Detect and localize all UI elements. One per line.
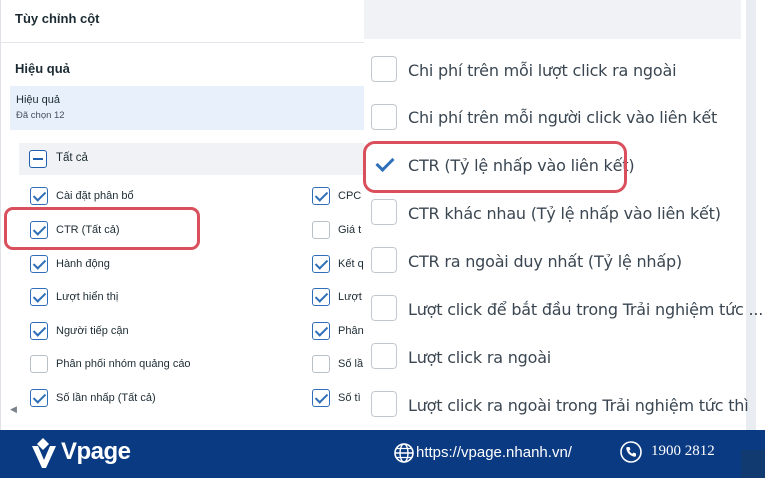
option-checkbox[interactable]	[371, 199, 397, 225]
option-label: CTR khác nhau (Tỷ lệ nhấp vào liên kết)	[408, 204, 721, 223]
footer-corner-accent	[741, 450, 765, 478]
metric-label: Lượt	[338, 291, 362, 303]
dropdown-search-bar[interactable]	[364, 0, 741, 39]
selected-count: Đã chọn 12	[16, 110, 65, 121]
option-label: Lượt click ra ngoài trong Trải nghiệm tứ…	[408, 396, 749, 415]
option-checkbox[interactable]	[371, 104, 397, 130]
metric-checkbox[interactable]	[30, 355, 48, 373]
option-checkbox[interactable]	[371, 343, 397, 369]
check-icon[interactable]	[312, 187, 330, 205]
column-customizer-panel: Tùy chỉnh cột Hiệu quả Hiệu quả Đã chọn …	[0, 0, 364, 430]
website-link[interactable]: https://vpage.nhanh.vn/	[416, 444, 572, 461]
check-icon[interactable]	[30, 288, 48, 306]
check-icon[interactable]	[312, 288, 330, 306]
metric-label: Hành động	[56, 258, 110, 270]
vpage-logo-icon	[32, 438, 56, 468]
metric-label: Phân	[338, 325, 364, 337]
option-label: Lượt click để bắt đầu trong Trải nghiệm …	[408, 300, 764, 319]
metric-label: Số lầ	[338, 358, 364, 370]
divider	[1, 42, 364, 43]
hotline-number[interactable]: 1900 2812	[651, 443, 715, 460]
check-icon[interactable]	[312, 322, 330, 340]
metric-label: Lượt hiển thị	[56, 291, 119, 303]
metric-label: Số lần nhấp (Tất cả)	[56, 392, 156, 404]
check-icon[interactable]	[312, 389, 330, 407]
highlight-annotation	[4, 207, 200, 250]
option-checkbox[interactable]	[371, 295, 397, 321]
select-all-label: Tất cả	[56, 152, 88, 164]
option-checkbox[interactable]	[371, 391, 397, 417]
check-icon[interactable]	[30, 255, 48, 273]
metric-label: Người tiếp cận	[56, 325, 129, 337]
option-checkbox[interactable]	[371, 56, 397, 82]
metric-checkbox[interactable]	[312, 221, 330, 239]
brand-name: Vpage	[61, 438, 131, 465]
metric-label: Cài đặt phân bổ	[56, 190, 134, 202]
metric-label: Kết q	[338, 258, 364, 270]
option-label: Chi phí trên mỗi lượt click ra ngoài	[408, 61, 677, 80]
metric-options-dropdown: Chi phí trên mỗi lượt click ra ngoài Chi…	[364, 0, 765, 430]
metric-label: Phân phối nhóm quảng cáo	[56, 358, 191, 370]
option-label: CTR ra ngoài duy nhất (Tỷ lệ nhấp)	[408, 252, 682, 271]
check-icon[interactable]	[30, 187, 48, 205]
section-title: Hiệu quả	[15, 61, 70, 76]
dropdown-scrollbar[interactable]	[746, 0, 756, 430]
option-checkbox[interactable]	[371, 247, 397, 273]
metric-checkbox[interactable]	[312, 355, 330, 373]
metric-label: CPC (	[338, 190, 364, 202]
selected-group-card[interactable]: Hiệu quả Đã chọn 12	[10, 86, 364, 130]
chevron-left-icon[interactable]: ◀	[10, 404, 17, 415]
footer-banner: Vpage https://vpage.nhanh.vn/ 1900 2812	[0, 430, 765, 478]
check-icon[interactable]	[312, 255, 330, 273]
phone-icon	[620, 441, 642, 463]
check-icon[interactable]	[30, 322, 48, 340]
metric-list-column-2: CPC ( Giá t Kết q Lượt Phân Số lầ Số tì	[306, 175, 364, 415]
highlight-annotation	[363, 141, 627, 193]
metric-label: Giá t	[338, 224, 362, 236]
check-icon[interactable]	[30, 389, 48, 407]
option-label: Chi phí trên mỗi người click vào liên kế…	[408, 108, 718, 127]
option-label: Lượt click ra ngoài	[408, 348, 552, 367]
selected-group-title: Hiệu quả	[16, 94, 61, 106]
globe-icon	[394, 443, 414, 463]
select-all-row[interactable]: Tất cả	[19, 143, 364, 175]
metric-label: Số tì	[338, 392, 361, 404]
panel-title: Tùy chỉnh cột	[15, 11, 100, 26]
minus-icon[interactable]	[29, 150, 47, 168]
